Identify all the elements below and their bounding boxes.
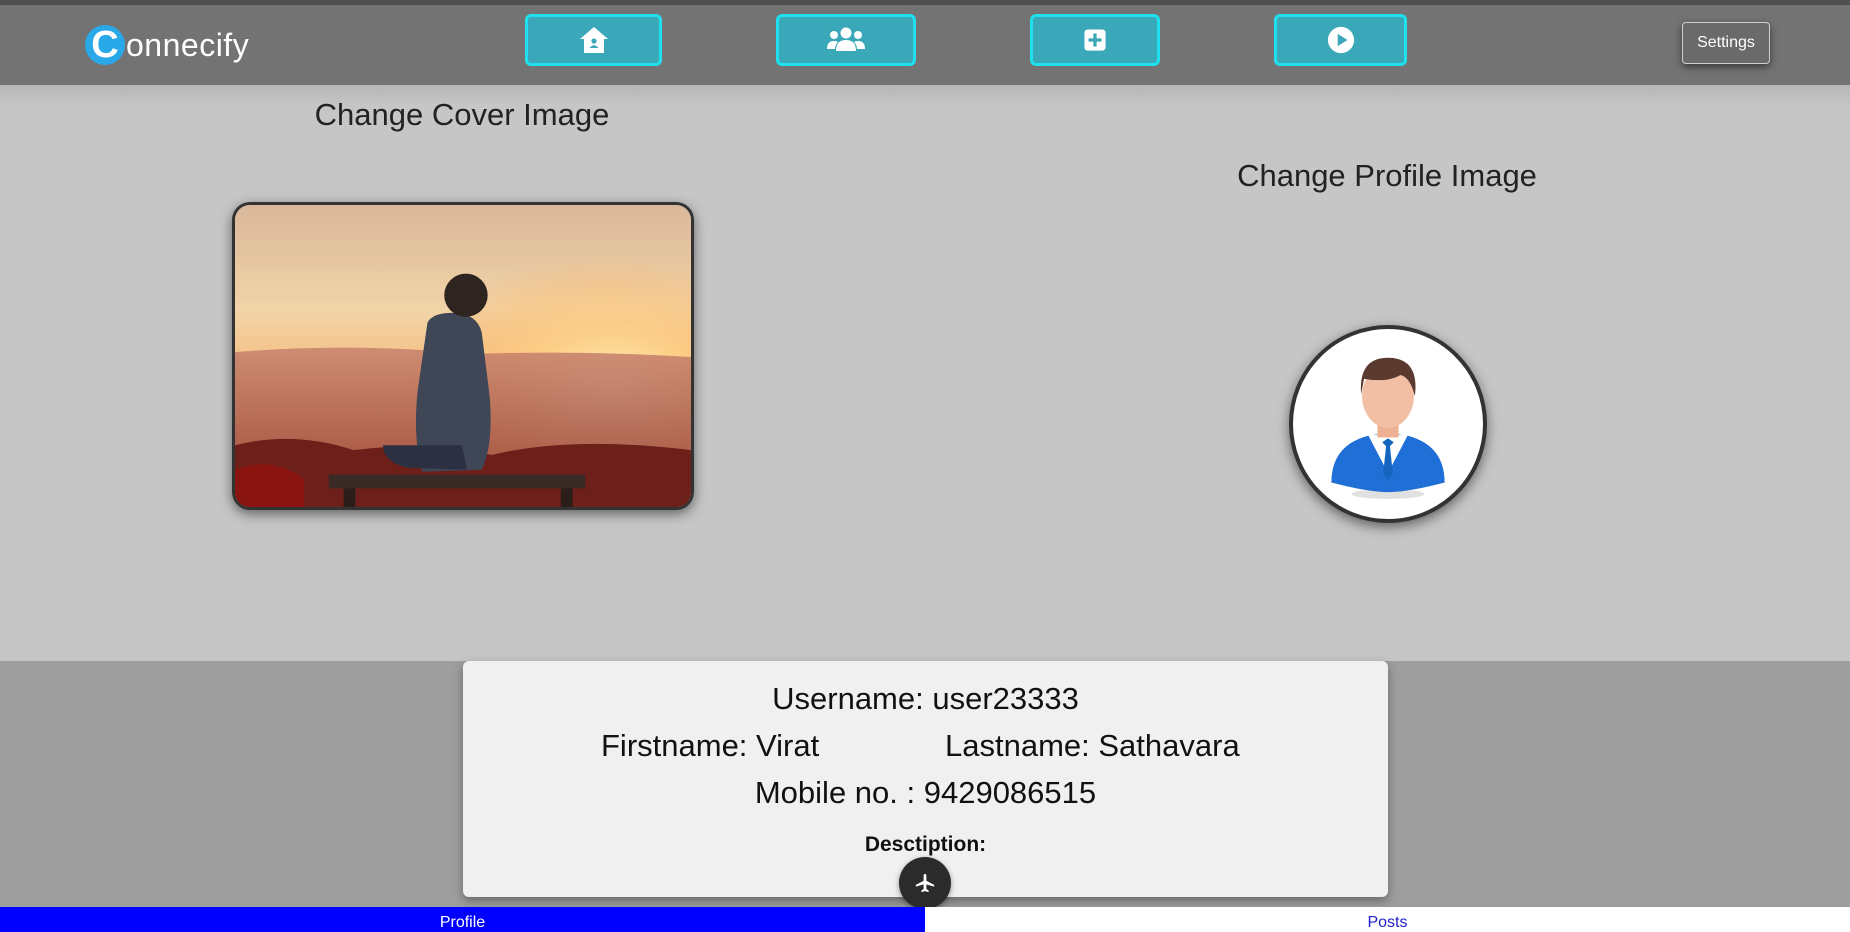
nav-videos-button[interactable] bbox=[1274, 14, 1407, 66]
logo[interactable]: C onnecify bbox=[85, 25, 249, 65]
home-icon bbox=[579, 27, 608, 53]
tab-profile[interactable]: Profile bbox=[0, 907, 925, 932]
profile-image[interactable] bbox=[1289, 325, 1487, 523]
firstname-text: Firstname: Virat bbox=[601, 728, 820, 763]
floating-action-button[interactable] bbox=[899, 857, 951, 909]
lastname-text: Lastname: Sathavara bbox=[945, 728, 1240, 763]
change-profile-image-title[interactable]: Change Profile Image bbox=[924, 158, 1850, 194]
users-icon bbox=[827, 27, 865, 51]
plane-icon bbox=[915, 873, 935, 893]
logo-mark: C bbox=[85, 25, 125, 65]
avatar-businessman-icon bbox=[1331, 357, 1445, 499]
tab-posts[interactable]: Posts bbox=[925, 907, 1850, 932]
navbar: C onnecify Settings bbox=[0, 5, 1850, 85]
nav-home-button[interactable] bbox=[525, 14, 662, 66]
cover-photo-sunset-person bbox=[235, 205, 691, 507]
settings-button[interactable]: Settings bbox=[1682, 22, 1770, 64]
username-text: Username: user23333 bbox=[772, 681, 1079, 716]
play-icon bbox=[1327, 26, 1354, 54]
mobile-text: Mobile no. : 9429086515 bbox=[754, 775, 1097, 810]
logo-text: onnecify bbox=[126, 26, 250, 63]
nav-add-post-button[interactable] bbox=[1030, 14, 1160, 66]
bottom-tabs: Profile Posts bbox=[0, 907, 1850, 932]
nav-friends-button[interactable] bbox=[776, 14, 916, 66]
cover-image[interactable] bbox=[232, 202, 694, 510]
add-post-icon bbox=[1084, 29, 1106, 51]
change-cover-image-title[interactable]: Change Cover Image bbox=[0, 97, 924, 133]
description-label: Desctiption: bbox=[864, 833, 987, 856]
